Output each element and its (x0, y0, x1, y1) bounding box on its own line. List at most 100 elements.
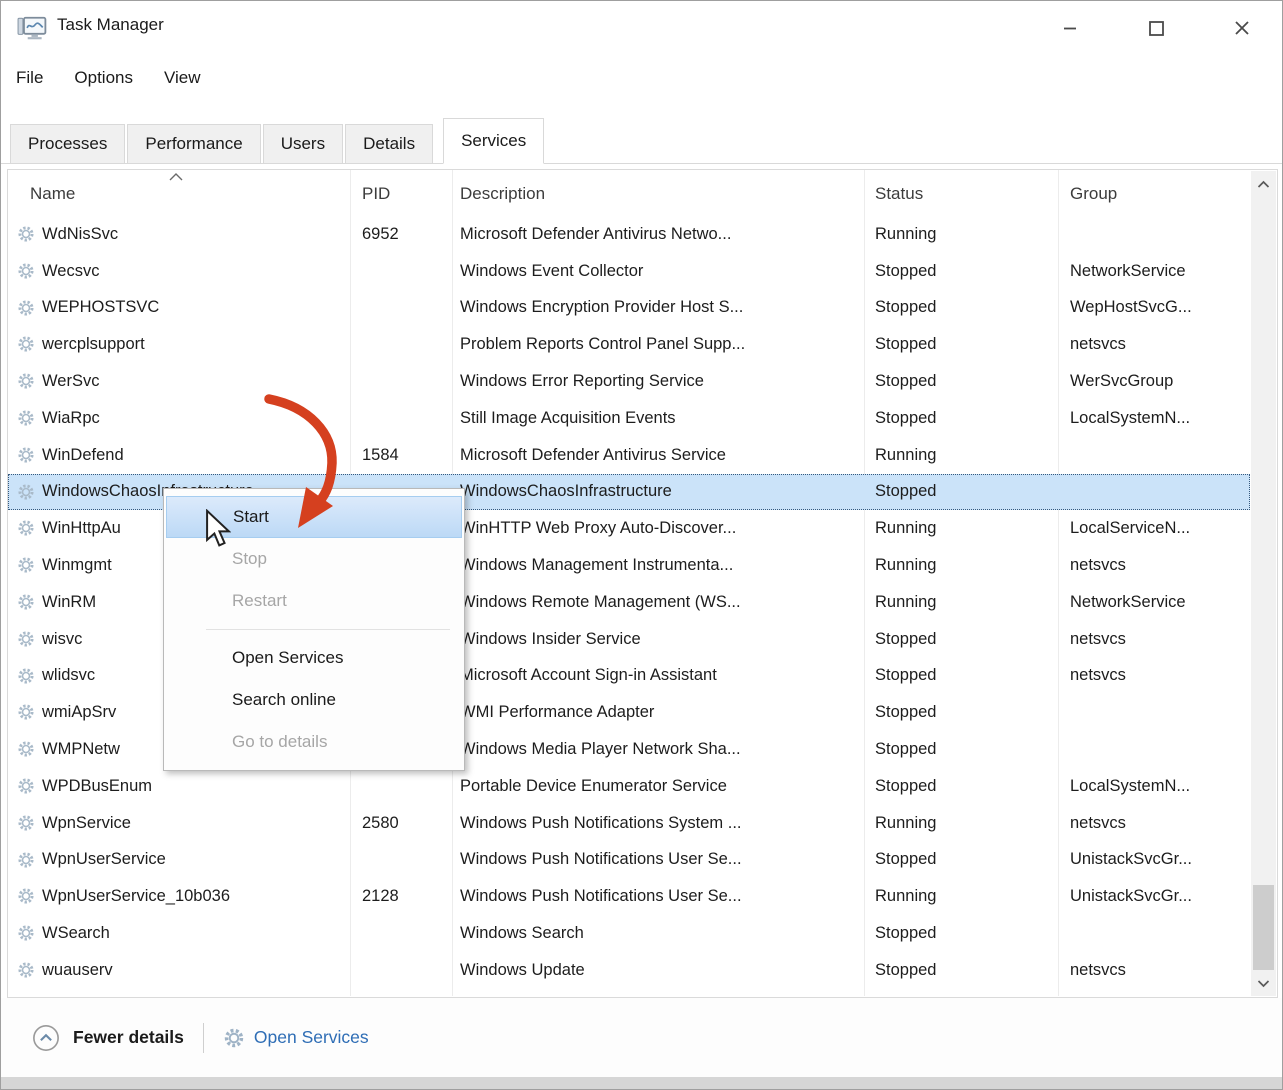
service-gear-icon (17, 961, 35, 979)
service-gear-icon (17, 299, 35, 317)
column-header-group[interactable]: Group (1070, 184, 1117, 204)
service-gear-icon (17, 593, 35, 611)
gear-icon (223, 1027, 245, 1049)
tab-users[interactable]: Users (263, 124, 343, 163)
table-row[interactable]: WEPHOSTSVC Windows Encryption Provider H… (8, 290, 1250, 327)
column-header-status[interactable]: Status (875, 184, 923, 204)
column-header-description[interactable]: Description (460, 184, 545, 204)
cell-status: Stopped (875, 298, 1055, 317)
cell-status: Stopped (875, 262, 1055, 281)
cell-description: Windows Encryption Provider Host S... (460, 298, 862, 317)
table-header: Name PID Description Status Group (8, 170, 1250, 216)
menu-view[interactable]: View (164, 62, 201, 94)
cell-status: Stopped (875, 372, 1055, 391)
cell-status: Stopped (875, 924, 1055, 943)
tab-strip: Processes Performance Users Details Serv… (1, 118, 1282, 164)
cell-status: Stopped (875, 335, 1055, 354)
service-gear-icon (17, 262, 35, 280)
cell-group: LocalSystemN... (1070, 409, 1250, 428)
tab-performance[interactable]: Performance (127, 124, 260, 163)
cell-status: Running (875, 814, 1055, 833)
menu-item-open-services[interactable]: Open Services (166, 637, 462, 679)
cell-name: WerSvc (42, 372, 348, 391)
cell-status: Stopped (875, 961, 1055, 980)
scroll-thumb[interactable] (1253, 885, 1274, 970)
scroll-down-button[interactable] (1251, 970, 1276, 996)
cell-description: Microsoft Account Sign-in Assistant (460, 666, 862, 685)
vertical-scrollbar[interactable] (1251, 171, 1276, 996)
task-manager-app-icon (17, 14, 47, 44)
cell-group: UnistackSvcGr... (1070, 887, 1250, 906)
table-row[interactable]: WPDBusEnum Portable Device Enumerator Se… (8, 768, 1250, 805)
cell-name: Wecsvc (42, 262, 348, 281)
cell-description: Windows Push Notifications User Se... (460, 850, 862, 869)
table-row[interactable]: WerSvc Windows Error Reporting Service S… (8, 363, 1250, 400)
cell-name: wuauserv (42, 961, 348, 980)
service-gear-icon (17, 225, 35, 243)
fewer-details-button[interactable]: Fewer details (73, 1027, 184, 1048)
cell-group: NetworkService (1070, 593, 1250, 612)
cell-name: WSearch (42, 924, 348, 943)
tab-services[interactable]: Services (443, 118, 544, 164)
table-row[interactable]: WpnUserService Windows Push Notification… (8, 842, 1250, 879)
cell-description: Windows Insider Service (460, 630, 862, 649)
menu-item-stop: Stop (166, 538, 462, 580)
tab-details[interactable]: Details (345, 124, 433, 163)
tab-processes[interactable]: Processes (10, 124, 125, 163)
cell-group: WepHostSvcG... (1070, 298, 1250, 317)
chevron-down-icon (1257, 979, 1270, 988)
cell-name: WpnService (42, 814, 348, 833)
table-row[interactable]: wuauserv Windows Update Stopped netsvcs (8, 952, 1250, 989)
cell-description: Problem Reports Control Panel Supp... (460, 335, 862, 354)
menu-item-go-to-details: Go to details (166, 721, 462, 763)
cell-pid: 1584 (362, 446, 450, 465)
minimize-button[interactable] (1036, 1, 1104, 55)
service-gear-icon (17, 814, 35, 832)
column-header-pid[interactable]: PID (362, 184, 390, 204)
cell-description: Windows Management Instrumenta... (460, 556, 862, 575)
menu-item-restart: Restart (166, 580, 462, 622)
cell-group: UnistackSvcGr... (1070, 850, 1250, 869)
scroll-up-button[interactable] (1251, 171, 1276, 197)
menu-file[interactable]: File (16, 62, 43, 94)
sort-ascending-icon (168, 172, 184, 182)
cell-description: Windows Push Notifications User Se... (460, 887, 862, 906)
cell-status: Running (875, 887, 1055, 906)
maximize-button[interactable] (1122, 1, 1190, 55)
cell-name: WEPHOSTSVC (42, 298, 348, 317)
cell-group: LocalSystemN... (1070, 777, 1250, 796)
cell-name: WpnUserService_10b036 (42, 887, 348, 906)
cell-name: WPDBusEnum (42, 777, 348, 796)
window-bottom-edge (1, 1077, 1283, 1090)
open-services-link[interactable]: Open Services (254, 1027, 369, 1048)
table-row[interactable]: WiaRpc Still Image Acquisition Events St… (8, 400, 1250, 437)
menu-bar: File Options View (1, 59, 1282, 97)
cell-name: WdNisSvc (42, 225, 348, 244)
cell-status: Stopped (875, 777, 1055, 796)
cell-description: Microsoft Defender Antivirus Netwo... (460, 225, 862, 244)
menu-item-start[interactable]: Start (166, 496, 462, 538)
footer-bar: Fewer details Open Services (1, 998, 1283, 1077)
service-gear-icon (17, 519, 35, 537)
service-gear-icon (17, 887, 35, 905)
cell-status: Stopped (875, 409, 1055, 428)
menu-options[interactable]: Options (74, 62, 133, 94)
table-row[interactable]: wercplsupport Problem Reports Control Pa… (8, 326, 1250, 363)
table-row[interactable]: WdNisSvc 6952 Microsoft Defender Antivir… (8, 216, 1250, 253)
cell-status: Stopped (875, 740, 1055, 759)
table-row[interactable]: WinDefend 1584 Microsoft Defender Antivi… (8, 437, 1250, 474)
table-row[interactable]: Wecsvc Windows Event Collector Stopped N… (8, 253, 1250, 290)
footer-divider (203, 1023, 204, 1053)
cell-description: Portable Device Enumerator Service (460, 777, 862, 796)
table-row[interactable]: WpnUserService_10b036 2128 Windows Push … (8, 878, 1250, 915)
cell-group: NetworkService (1070, 262, 1250, 281)
cell-name: wercplsupport (42, 335, 348, 354)
cell-group: netsvcs (1070, 666, 1250, 685)
service-gear-icon (17, 372, 35, 390)
table-row[interactable]: WSearch Windows Search Stopped (8, 915, 1250, 952)
close-button[interactable] (1208, 1, 1276, 55)
chevron-up-circle-icon[interactable] (32, 1024, 60, 1052)
column-header-name[interactable]: Name (30, 184, 75, 204)
table-row[interactable]: WpnService 2580 Windows Push Notificatio… (8, 805, 1250, 842)
menu-item-search-online[interactable]: Search online (166, 679, 462, 721)
